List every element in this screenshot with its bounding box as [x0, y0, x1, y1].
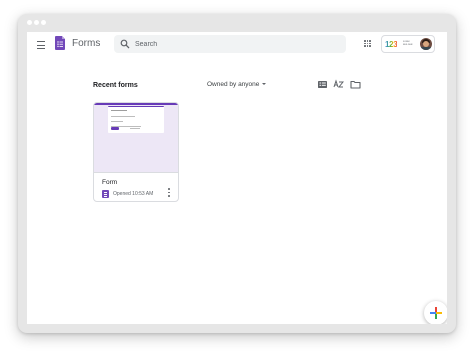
browser-window: Forms 123 FORM BUILDER — [18, 14, 456, 333]
hamburger-menu-icon[interactable] — [36, 40, 46, 50]
forms-home-page: Forms 123 FORM BUILDER — [27, 32, 447, 324]
app-header: Forms 123 FORM BUILDER — [27, 32, 447, 60]
app-title[interactable]: Forms — [72, 38, 100, 49]
account-brand-badge[interactable]: 123 FORM BUILDER — [381, 35, 435, 53]
google-forms-logo-icon — [55, 36, 65, 50]
sort-az-icon[interactable] — [333, 79, 344, 90]
apps-grid-icon[interactable] — [364, 40, 371, 47]
window-control-dot[interactable] — [27, 20, 32, 25]
caret-down-icon — [262, 83, 267, 85]
search-input[interactable] — [135, 37, 335, 51]
brand-logo-text: FORM BUILDER — [403, 41, 413, 46]
owner-filter-dropdown[interactable]: Owned by anyone — [207, 81, 267, 88]
search-bar[interactable] — [114, 35, 346, 53]
form-meta: Opened 10:53 AM — [102, 189, 172, 199]
owner-filter-label: Owned by anyone — [207, 81, 260, 88]
form-opened-time: Opened 10:53 AM — [113, 191, 154, 197]
folder-icon[interactable] — [350, 79, 361, 90]
window-control-dot[interactable] — [41, 20, 46, 25]
form-card[interactable]: Form Opened 10:53 AM — [93, 102, 179, 202]
multicolor-plus-icon — [430, 307, 442, 319]
create-form-button[interactable] — [424, 301, 447, 324]
window-control-dot[interactable] — [34, 20, 39, 25]
form-thumbnail — [94, 103, 178, 173]
more-vertical-icon[interactable] — [166, 188, 172, 198]
brand-logo-digits: 123 — [385, 40, 398, 49]
list-view-icon[interactable] — [317, 79, 328, 90]
search-icon[interactable] — [120, 39, 130, 49]
recent-forms-toolbar: Recent forms Owned by anyone — [27, 76, 447, 92]
google-forms-small-icon — [102, 190, 109, 198]
window-titlebar — [18, 14, 456, 32]
section-title: Recent forms — [93, 82, 138, 89]
user-avatar[interactable] — [420, 38, 432, 50]
form-title: Form — [102, 179, 118, 186]
